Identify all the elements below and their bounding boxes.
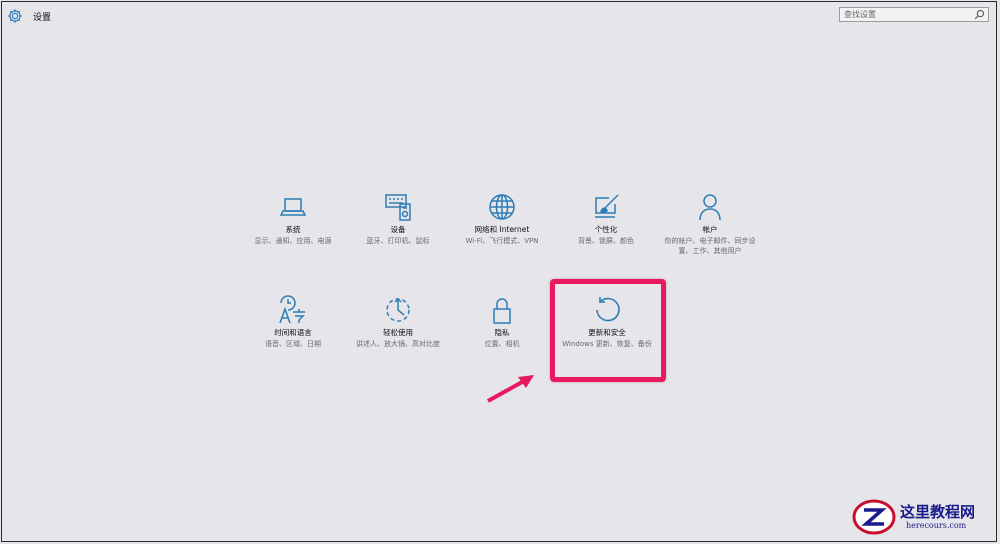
tile-description: 讲述人、放大镜、高对比度 bbox=[356, 340, 440, 348]
tile-description: 你的帐户、电子邮件、同步设置、工作、其他用户 bbox=[664, 237, 756, 255]
tile-accounts[interactable]: 帐户 你的帐户、电子邮件、同步设置、工作、其他用户 bbox=[658, 192, 762, 256]
highlight-box bbox=[550, 279, 666, 382]
tile-label: 个性化 bbox=[594, 225, 618, 234]
search-box[interactable] bbox=[839, 7, 989, 22]
tile-label: 隐私 bbox=[494, 328, 510, 337]
tile-description: 语音、区域、日期 bbox=[265, 340, 321, 348]
tile-system[interactable]: 系统 显示、通知、应用、电源 bbox=[241, 192, 345, 246]
tile-description: 背景、锁屏、颜色 bbox=[578, 237, 634, 245]
watermark-cn: 这里教程网 bbox=[900, 503, 976, 521]
watermark: 这里教程网 herecours.com bbox=[852, 495, 992, 539]
ease-of-access-icon bbox=[386, 297, 410, 322]
tile-label: 时间和语言 bbox=[274, 328, 312, 337]
keyboard-printer-icon bbox=[385, 194, 411, 221]
gear-icon bbox=[8, 9, 22, 23]
search-icon[interactable] bbox=[974, 9, 985, 20]
globe-icon bbox=[489, 194, 515, 220]
tile-description: 显示、通知、应用、电源 bbox=[254, 237, 332, 245]
title-bar: 设置 bbox=[7, 8, 51, 24]
tile-description: 蓝牙、打印机、鼠标 bbox=[366, 237, 430, 245]
watermark-en: herecours.com bbox=[906, 521, 967, 530]
laptop-icon bbox=[279, 198, 307, 216]
settings-window: 设置 系统 显示、通知、应用、电源 bbox=[1, 1, 997, 542]
tile-label: 设备 bbox=[390, 225, 406, 234]
tile-privacy[interactable]: 隐私 位置、相机 bbox=[450, 295, 554, 349]
tile-time-language[interactable]: 时间和语言 语音、区域、日期 bbox=[241, 295, 345, 349]
person-icon bbox=[699, 194, 721, 221]
tile-personalization[interactable]: 个性化 背景、锁屏、颜色 bbox=[554, 192, 658, 246]
tile-label: 系统 bbox=[285, 225, 301, 234]
tile-label: 网络和 Internet bbox=[474, 225, 530, 234]
tile-network[interactable]: 网络和 Internet Wi-Fi、飞行模式、VPN bbox=[450, 192, 554, 246]
pointer-arrow-icon bbox=[487, 375, 534, 403]
site-logo bbox=[852, 499, 896, 535]
tile-description: Wi-Fi、飞行模式、VPN bbox=[465, 237, 539, 245]
lock-icon bbox=[493, 298, 511, 324]
paint-brush-icon bbox=[595, 194, 619, 218]
tile-description: 位置、相机 bbox=[484, 340, 520, 348]
search-input[interactable] bbox=[840, 8, 969, 21]
tile-ease-of-access[interactable]: 轻松使用 讲述人、放大镜、高对比度 bbox=[346, 295, 450, 349]
tile-label: 轻松使用 bbox=[383, 328, 413, 337]
window-title: 设置 bbox=[33, 12, 52, 23]
time-language-icon bbox=[279, 295, 305, 324]
tile-label: 帐户 bbox=[702, 225, 718, 234]
tile-devices[interactable]: 设备 蓝牙、打印机、鼠标 bbox=[346, 192, 450, 246]
